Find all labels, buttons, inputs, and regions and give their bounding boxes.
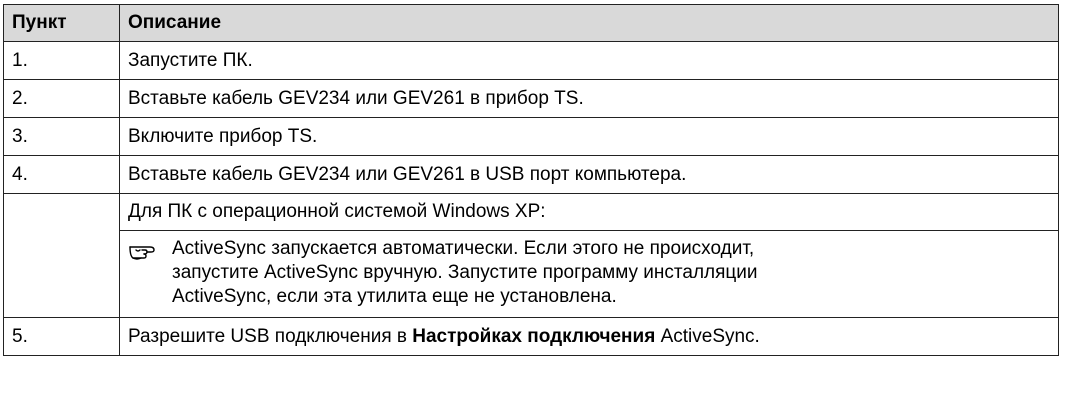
step-description: Вставьте кабель GEV234 или GEV261 в приб… <box>119 79 1059 118</box>
note-line: ActiveSync, если эта утилита еще не уста… <box>172 286 617 307</box>
note-line: ActiveSync запускается автоматически. Ес… <box>172 238 755 259</box>
step-description: Разрешите USB подключения в Настройках п… <box>119 317 1059 356</box>
pointing-hand-icon <box>128 237 172 309</box>
settings-name: Настройках подключения <box>412 325 656 347</box>
step-number-empty <box>3 193 120 318</box>
step-number: 1. <box>3 41 120 80</box>
step-description: Включите прибор TS. <box>119 117 1059 156</box>
table-row: 5. Разрешите USB подключения в Настройка… <box>3 317 1059 356</box>
table-header-row: Пункт Описание <box>3 4 1059 42</box>
step-number: 4. <box>3 155 120 194</box>
table-row: 3. Включите прибор TS. <box>3 117 1059 156</box>
note-subheading: Для ПК с операционной системой Windows X… <box>120 194 1058 231</box>
header-step: Пункт <box>3 4 120 42</box>
table-row-note: Для ПК с операционной системой Windows X… <box>3 193 1059 318</box>
tip-note: ActiveSync запускается автоматически. Ес… <box>120 231 1058 317</box>
step-number: 5. <box>3 317 120 356</box>
step-description: Вставьте кабель GEV234 или GEV261 в USB … <box>119 155 1059 194</box>
header-description: Описание <box>119 4 1059 42</box>
text-before: Разрешите USB подключения в <box>128 325 413 347</box>
table-row: 2. Вставьте кабель GEV234 или GEV261 в п… <box>3 79 1059 118</box>
text-after: ActiveSync. <box>655 325 760 347</box>
steps-table: Пункт Описание 1. Запустите ПК. 2. Встав… <box>3 4 1059 356</box>
note-text: ActiveSync запускается автоматически. Ес… <box>172 237 1050 309</box>
note-line: запустите ActiveSync вручную. Запустите … <box>172 262 758 283</box>
step-number: 2. <box>3 79 120 118</box>
step-number: 3. <box>3 117 120 156</box>
table-row: 4. Вставьте кабель GEV234 или GEV261 в U… <box>3 155 1059 194</box>
table-row: 1. Запустите ПК. <box>3 41 1059 80</box>
note-cell: Для ПК с операционной системой Windows X… <box>119 193 1059 318</box>
step-description: Запустите ПК. <box>119 41 1059 80</box>
